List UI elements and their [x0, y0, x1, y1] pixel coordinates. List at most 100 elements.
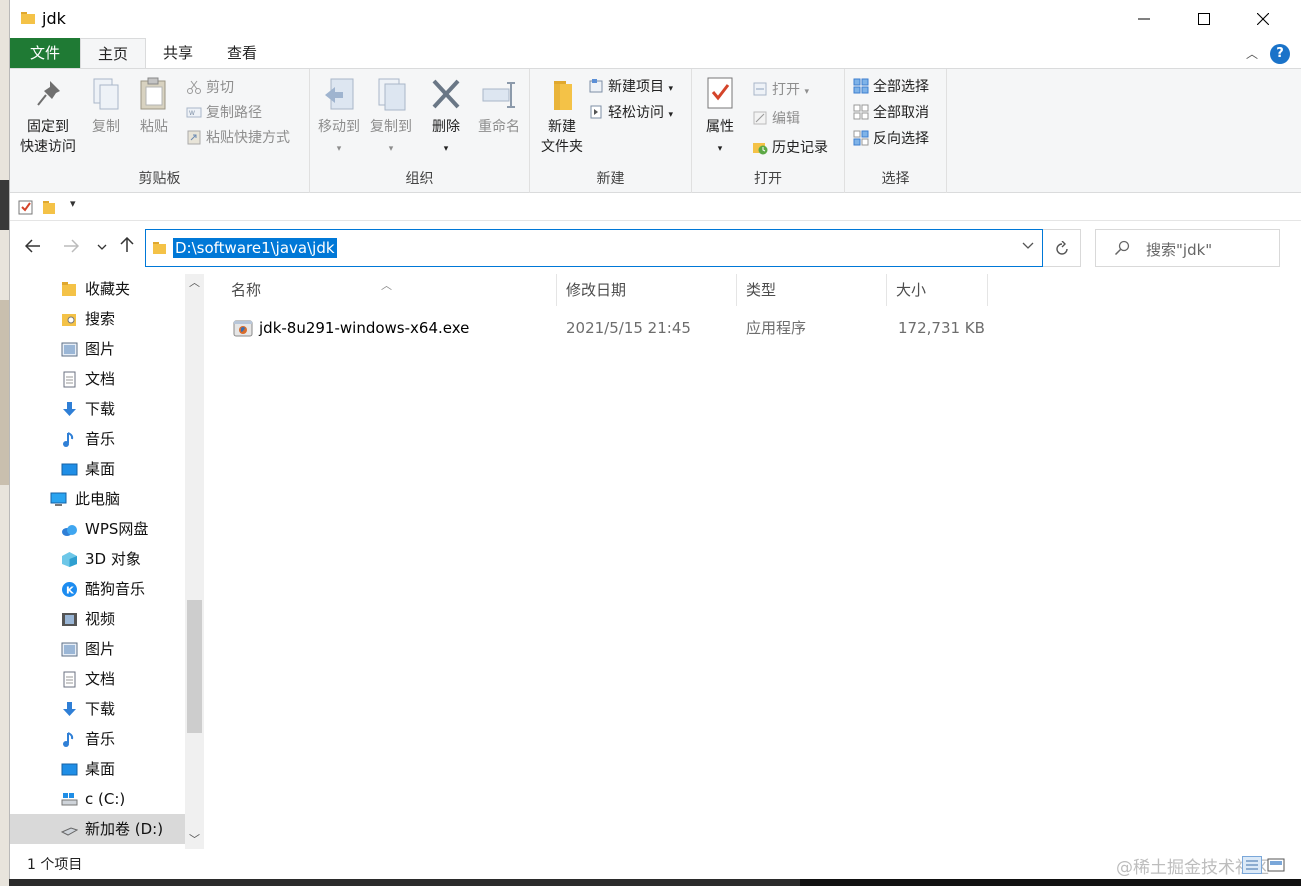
select-none-button[interactable]: 全部取消 — [853, 102, 929, 124]
copy-label: 复制 — [92, 119, 120, 135]
details-view-icon — [1246, 860, 1258, 870]
tab-view[interactable]: 查看 — [210, 38, 274, 68]
nav-item[interactable]: 音乐 — [10, 724, 185, 754]
nav-item[interactable]: 视频 — [10, 604, 185, 634]
nav-item[interactable]: 桌面 — [10, 454, 185, 484]
copy-path-button[interactable]: W 复制路径 — [186, 102, 262, 124]
quick-access-toolbar: ▾ — [10, 194, 1301, 221]
new-folder-button[interactable]: 新建 文件夹 — [534, 75, 590, 157]
open-button[interactable]: 打开 ▾ — [752, 79, 809, 101]
edit-button[interactable]: 编辑 — [752, 108, 800, 130]
nav-item[interactable]: 新加卷 (D:) — [10, 814, 185, 844]
file-row[interactable]: jdk-8u291-windows-x64.exe 2021/5/15 21:4… — [205, 314, 1301, 342]
close-button[interactable] — [1234, 0, 1292, 38]
paste-shortcut-button[interactable]: 粘贴快捷方式 — [186, 127, 290, 149]
customize-toolbar-icon[interactable]: ▾ — [70, 197, 76, 210]
paste-button[interactable]: 粘贴 — [134, 75, 174, 137]
column-date-label: 修改日期 — [566, 281, 627, 299]
copy-path-label: 复制路径 — [206, 105, 262, 121]
properties-button[interactable]: 属性 ▾ — [698, 75, 742, 159]
column-type-label: 类型 — [746, 281, 777, 299]
search-box[interactable]: 搜索"jdk" — [1095, 229, 1280, 267]
cut-button[interactable]: 剪切 — [186, 77, 234, 99]
column-header-name[interactable]: ︿ 名称 — [205, 274, 557, 306]
nav-item[interactable]: c (C:) — [10, 784, 185, 814]
3d-objects-icon — [62, 552, 77, 567]
select-none-icon — [853, 104, 869, 120]
nav-item[interactable]: 桌面 — [10, 754, 185, 784]
address-dropdown-icon[interactable] — [1022, 239, 1034, 254]
rename-label: 重命名 — [478, 119, 520, 135]
details-view-button[interactable] — [1242, 856, 1262, 874]
nav-item[interactable]: 收藏夹 — [10, 274, 185, 304]
new-item-button[interactable]: 新建项目 ▾ — [588, 76, 673, 98]
properties-check-icon[interactable] — [18, 199, 34, 215]
nav-item-label: WPS网盘 — [85, 520, 149, 538]
pin-label-2: 快速访问 — [20, 139, 76, 155]
ribbon: 固定到 快速访问 复制 粘贴 剪切 W 复制路径 粘贴快捷方式 剪贴板 移动到 … — [10, 68, 1301, 193]
move-to-button[interactable]: 移动到 ▾ — [314, 75, 364, 159]
nav-item[interactable]: 3D 对象 — [10, 544, 185, 574]
address-path[interactable]: D:\software1\java\jdk — [173, 238, 337, 258]
nav-item-label: 此电脑 — [75, 490, 121, 508]
column-header-size[interactable]: 大小 — [887, 274, 988, 306]
nav-item[interactable]: WPS网盘 — [10, 514, 185, 544]
forward-button[interactable] — [60, 236, 82, 260]
help-icon[interactable]: ? — [1270, 44, 1290, 64]
pin-quick-access-button[interactable]: 固定到 快速访问 — [16, 75, 80, 157]
history-button[interactable]: 历史记录 — [752, 137, 828, 159]
window-title: jdk — [42, 9, 66, 28]
minimize-button[interactable] — [1115, 0, 1173, 38]
scroll-up-icon[interactable]: ︿ — [185, 274, 204, 292]
nav-item[interactable]: K 酷狗音乐 — [10, 574, 185, 604]
easy-access-button[interactable]: 轻松访问 ▾ — [588, 102, 673, 124]
select-all-label: 全部选择 — [873, 79, 929, 95]
large-icons-view-button[interactable] — [1266, 856, 1286, 874]
scroll-thumb[interactable] — [187, 600, 202, 733]
back-button[interactable] — [22, 236, 44, 260]
desktop-icon — [61, 763, 78, 776]
nav-item[interactable]: 音乐 — [10, 424, 185, 454]
new-folder-small-icon[interactable] — [42, 199, 58, 215]
new-folder-icon — [554, 81, 572, 110]
nav-item[interactable]: 搜索 — [10, 304, 185, 334]
copy-to-button[interactable]: 复制到 ▾ — [366, 75, 416, 159]
up-button[interactable] — [116, 236, 138, 260]
music-icon — [63, 732, 74, 747]
invert-selection-button[interactable]: 反向选择 — [853, 128, 929, 150]
column-header-date[interactable]: 修改日期 — [557, 274, 737, 306]
column-header-type[interactable]: 类型 — [737, 274, 887, 306]
rename-button[interactable]: 重命名 — [472, 75, 526, 137]
large-icons-view-icon — [1267, 858, 1285, 872]
refresh-button[interactable] — [1043, 229, 1081, 267]
collapse-ribbon-icon[interactable]: ︿ — [1246, 45, 1258, 62]
select-group-label: 选择 — [881, 171, 910, 187]
tab-share[interactable]: 共享 — [150, 38, 206, 68]
tab-home[interactable]: 主页 — [80, 38, 146, 68]
recent-locations-button[interactable] — [91, 236, 113, 260]
invert-selection-label: 反向选择 — [873, 131, 929, 147]
nav-item-label: 音乐 — [85, 430, 116, 448]
nav-item[interactable]: 文档 — [10, 664, 185, 694]
delete-button[interactable]: 删除 ▾ — [426, 75, 466, 159]
nav-item[interactable]: 图片 — [10, 634, 185, 664]
address-bar[interactable]: D:\software1\java\jdk — [145, 229, 1043, 267]
navigation-bar: D:\software1\java\jdk 搜索"jdk" — [10, 222, 1301, 274]
svg-text:W: W — [189, 110, 195, 117]
select-all-button[interactable]: 全部选择 — [853, 76, 929, 98]
nav-item-label: 文档 — [85, 370, 116, 388]
nav-item[interactable]: 图片 — [10, 334, 185, 364]
maximize-button[interactable] — [1175, 0, 1233, 38]
organize-group: 移动到 ▾ 复制到 ▾ 删除 ▾ 重命名 组织 — [310, 69, 530, 193]
tab-file[interactable]: 文件 — [10, 38, 80, 68]
copy-button[interactable]: 复制 — [86, 75, 126, 137]
folder-icon — [153, 242, 166, 254]
nav-item[interactable]: 文档 — [10, 364, 185, 394]
nav-scrollbar[interactable]: ︿ ﹀ — [185, 274, 204, 849]
nav-item[interactable]: 下载 — [10, 394, 185, 424]
nav-item[interactable]: 此电脑 — [10, 484, 185, 514]
scroll-down-icon[interactable]: ﹀ — [185, 831, 204, 849]
nav-item[interactable]: 下载 — [10, 694, 185, 724]
item-count: 1 个项目 — [27, 857, 83, 873]
select-none-label: 全部取消 — [873, 105, 929, 121]
